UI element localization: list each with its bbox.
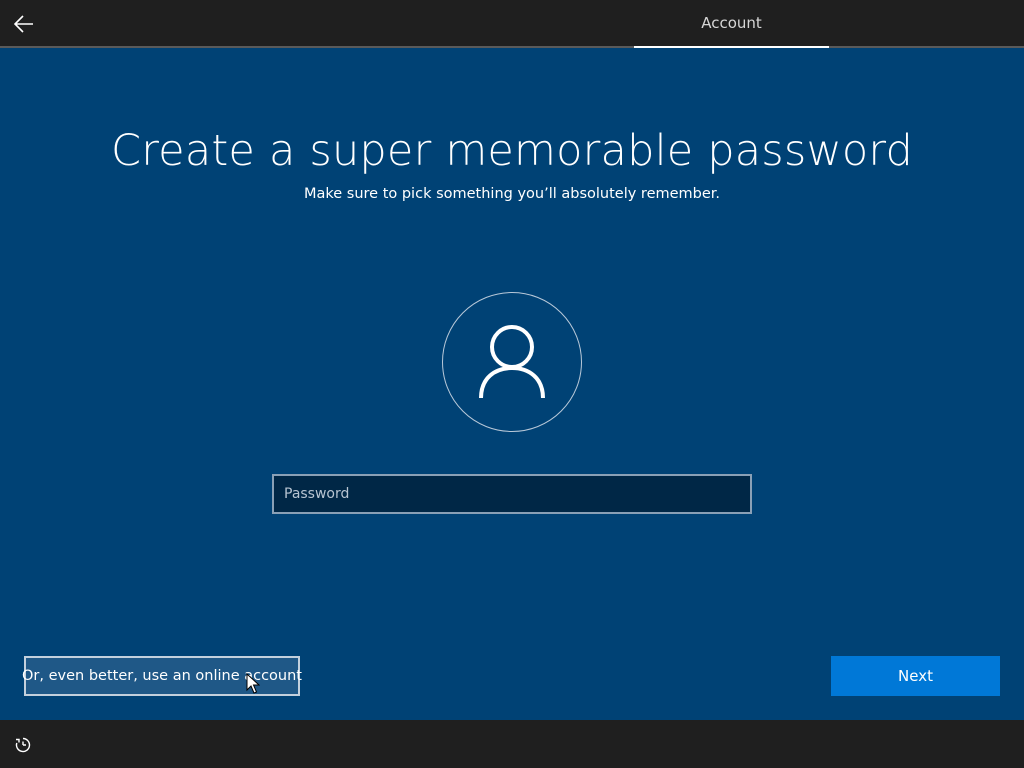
password-input[interactable] bbox=[274, 476, 750, 512]
bottom-bar bbox=[0, 720, 1024, 768]
back-button[interactable] bbox=[8, 8, 40, 40]
next-button[interactable]: Next bbox=[831, 656, 1000, 696]
user-icon bbox=[479, 325, 545, 399]
online-account-button[interactable]: Or, even better, use an online account bbox=[22, 656, 302, 696]
password-field[interactable] bbox=[272, 474, 752, 514]
next-label: Next bbox=[898, 667, 933, 685]
top-bar: Account bbox=[0, 0, 1024, 48]
tab-account-label: Account bbox=[701, 14, 762, 32]
tab-active-indicator bbox=[634, 46, 829, 48]
arrow-left-icon bbox=[14, 15, 33, 33]
online-account-label: Or, even better, use an online account bbox=[22, 668, 302, 684]
tab-account: Account bbox=[634, 0, 829, 48]
page-title: Create a super memorable password bbox=[111, 126, 913, 176]
ease-of-access-button[interactable] bbox=[12, 734, 34, 756]
avatar bbox=[442, 292, 582, 432]
page-subtitle: Make sure to pick something you’ll absol… bbox=[303, 186, 721, 202]
oobe-screen: Account Create a super memorable passwor… bbox=[0, 0, 1024, 768]
ease-of-access-icon bbox=[15, 737, 31, 753]
